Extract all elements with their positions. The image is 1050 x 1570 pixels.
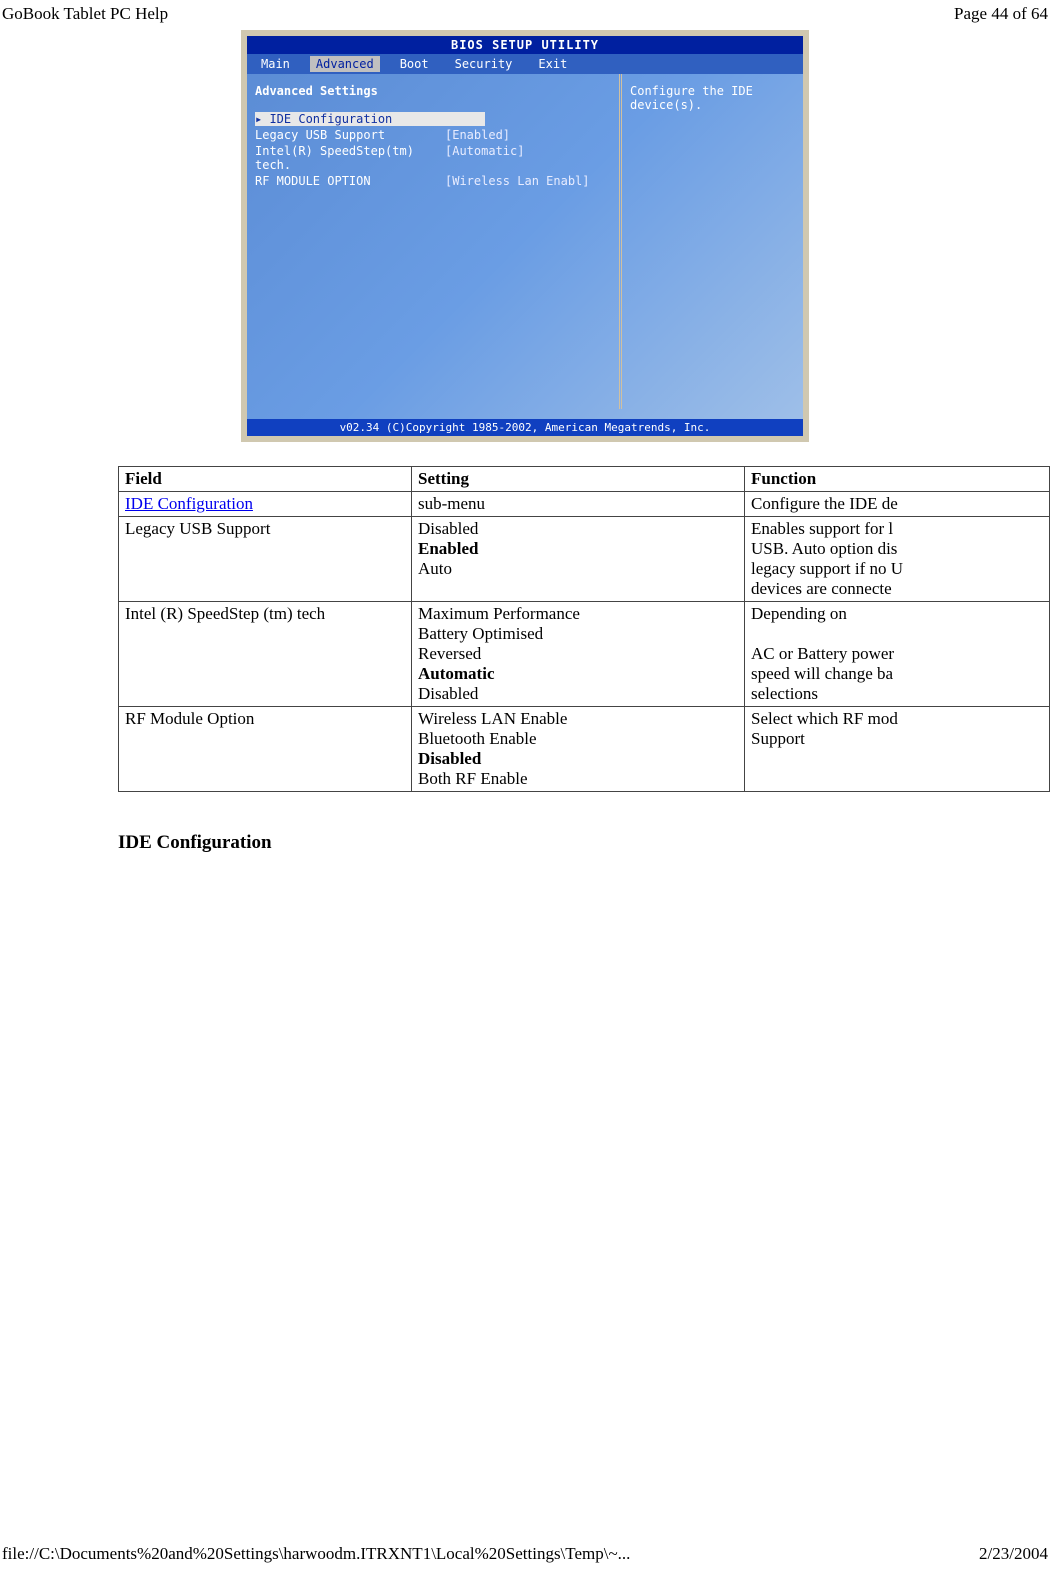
ide-configuration-heading: IDE Configuration <box>118 832 1050 854</box>
cell-setting: Wireless LAN EnableBluetooth EnableDisab… <box>412 707 745 792</box>
bios-help-line1: Configure the IDE <box>630 84 795 98</box>
page-footer: file://C:\Documents%20and%20Settings\har… <box>0 1544 1050 1564</box>
bios-item-rf: RF MODULE OPTION [Wireless Lan Enabl] <box>255 174 611 188</box>
bios-tab-main: Main <box>255 56 296 72</box>
bios-item-speedstep: Intel(R) SpeedStep(tm) tech. [Automatic] <box>255 144 611 172</box>
bios-tab-security: Security <box>449 56 519 72</box>
bios-tab-exit: Exit <box>532 56 573 72</box>
bios-tab-advanced: Advanced <box>310 56 380 72</box>
page-header: GoBook Tablet PC Help Page 44 of 64 <box>0 0 1050 28</box>
ide-configuration-link[interactable]: IDE Configuration <box>125 494 253 513</box>
cell-field: RF Module Option <box>119 707 412 792</box>
table-row: Legacy USB SupportDisabledEnabledAutoEna… <box>119 517 1050 602</box>
bios-tab-boot: Boot <box>394 56 435 72</box>
bios-footer: v02.34 (C)Copyright 1985-2002, American … <box>247 419 803 436</box>
cell-setting: DisabledEnabledAuto <box>412 517 745 602</box>
bios-screenshot: BIOS SETUP UTILITY Main Advanced Boot Se… <box>241 30 809 442</box>
cell-field: Intel (R) SpeedStep (tm) tech <box>119 602 412 707</box>
cell-function: Select which RF modSupport <box>745 707 1050 792</box>
bios-help-line2: device(s). <box>630 98 795 112</box>
cell-setting: Maximum PerformanceBattery OptimisedReve… <box>412 602 745 707</box>
cell-field: Legacy USB Support <box>119 517 412 602</box>
cell-function: Configure the IDE de <box>745 492 1050 517</box>
print-date: 2/23/2004 <box>979 1544 1048 1564</box>
cell-field: IDE Configuration <box>119 492 412 517</box>
bios-screenshot-wrap: BIOS SETUP UTILITY Main Advanced Boot Se… <box>0 30 1050 442</box>
bios-left-heading: Advanced Settings <box>255 84 611 98</box>
bios-left-panel: Advanced Settings ▸ IDE Configuration Le… <box>247 74 622 409</box>
bios-item-ide: ▸ IDE Configuration <box>255 112 485 126</box>
th-function: Function <box>745 467 1050 492</box>
table-row: RF Module OptionWireless LAN EnableBluet… <box>119 707 1050 792</box>
page-number: Page 44 of 64 <box>954 4 1048 24</box>
bios-title: BIOS SETUP UTILITY <box>247 36 803 54</box>
th-field: Field <box>119 467 412 492</box>
cell-function: Enables support for lUSB. Auto option di… <box>745 517 1050 602</box>
file-path: file://C:\Documents%20and%20Settings\har… <box>2 1544 630 1564</box>
th-setting: Setting <box>412 467 745 492</box>
doc-title: GoBook Tablet PC Help <box>2 4 168 24</box>
content-area: Field Setting Function IDE Configuration… <box>118 466 1050 854</box>
cell-function: Depending on AC or Battery powerspeed wi… <box>745 602 1050 707</box>
table-header-row: Field Setting Function <box>119 467 1050 492</box>
table-row: Intel (R) SpeedStep (tm) techMaximum Per… <box>119 602 1050 707</box>
bios-item-usb: Legacy USB Support [Enabled] <box>255 128 611 142</box>
table-row: IDE Configuration sub-menuConfigure the I… <box>119 492 1050 517</box>
bios-right-panel: Configure the IDE device(s). <box>622 74 803 409</box>
bios-tabs: Main Advanced Boot Security Exit <box>247 54 803 74</box>
cell-setting: sub-menu <box>412 492 745 517</box>
bios-body: Advanced Settings ▸ IDE Configuration Le… <box>247 74 803 409</box>
settings-table: Field Setting Function IDE Configuration… <box>118 466 1050 792</box>
